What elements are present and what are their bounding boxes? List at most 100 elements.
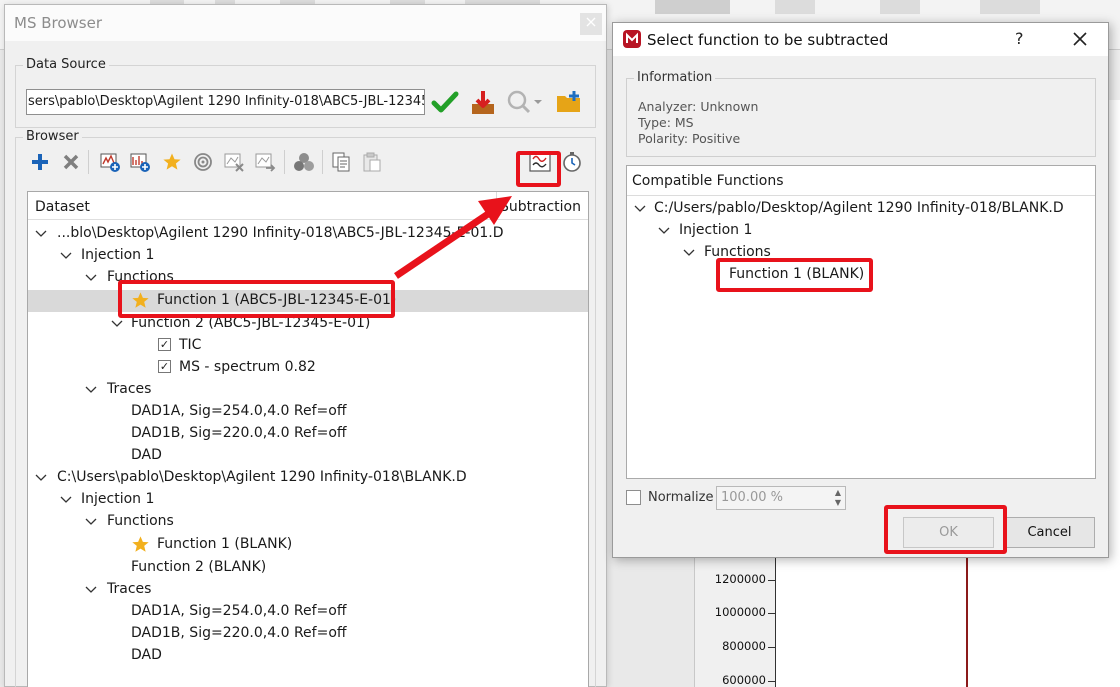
x-icon [63, 154, 79, 170]
add-spectrum-button[interactable] [98, 150, 122, 174]
tree-row[interactable]: DAD [28, 645, 588, 667]
tree-row[interactable]: Function 2 (BLANK) [28, 557, 588, 579]
chevron-down-icon[interactable] [110, 317, 124, 331]
tree-row[interactable]: Injection 1 [28, 245, 588, 267]
group-label: Data Source [23, 57, 109, 72]
tree-item-label: Traces [107, 381, 152, 397]
background-toolbar-button[interactable] [775, 0, 815, 14]
tree-row[interactable]: DAD1B, Sig=220.0,4.0 Ref=off [28, 623, 588, 645]
help-button[interactable]: ? [1015, 29, 1024, 48]
tree-row[interactable]: Injection 1 [28, 489, 588, 511]
information-group: Information Analyzer: Unknown Type: MS P… [626, 70, 1096, 157]
background-toolbar-button[interactable] [980, 0, 1040, 14]
tree-item-label: ...blo\Desktop\Agilent 1290 Infinity-018… [57, 225, 504, 241]
toolbar-separator [284, 150, 285, 174]
clock-icon [563, 152, 581, 172]
tree-header: Dataset Subtraction [28, 192, 588, 220]
search-dropdown-button[interactable] [504, 88, 546, 116]
chevron-down-icon[interactable] [34, 471, 48, 485]
spin-up-icon[interactable]: ▲ [835, 488, 841, 497]
target-button[interactable] [191, 150, 215, 174]
tree-row[interactable]: C:\Users\pablo\Desktop\Agilent 1290 Infi… [28, 467, 588, 489]
tree-item-label: Injection 1 [81, 247, 155, 263]
open-folder-button[interactable] [554, 88, 584, 116]
close-button[interactable] [580, 13, 602, 35]
add-chromatogram-button[interactable] [128, 150, 152, 174]
chevron-down-icon[interactable] [59, 493, 73, 507]
tree-row[interactable]: ...blo\Desktop\Agilent 1290 Infinity-018… [28, 223, 588, 245]
folder-add-icon [557, 91, 580, 112]
timer-button[interactable] [560, 150, 584, 174]
y-axis-tick-label: 1000000 [714, 605, 766, 619]
tree-item-label: Function 1 (BLANK) [157, 536, 293, 552]
chevron-down-icon[interactable] [657, 224, 671, 238]
copy-button[interactable] [329, 150, 353, 174]
chevron-down-icon[interactable] [633, 202, 647, 216]
paste-icon [363, 152, 381, 172]
group-button[interactable] [292, 150, 316, 174]
toolbar-separator [88, 150, 89, 174]
tree-row[interactable]: DAD [28, 445, 588, 467]
tree-row[interactable]: DAD1B, Sig=220.0,4.0 Ref=off [28, 423, 588, 445]
copy-icon [332, 152, 350, 172]
remove-button[interactable] [59, 150, 83, 174]
export-chart-button[interactable] [253, 150, 277, 174]
chevron-down-icon[interactable] [59, 249, 73, 263]
normalize-spinbox[interactable]: 100.00 % ▲ ▼ [716, 486, 846, 510]
highlight-selected-function [118, 280, 395, 318]
chevron-down-icon[interactable] [34, 227, 48, 241]
cancel-button[interactable]: Cancel [1004, 517, 1095, 548]
add-button[interactable] [28, 150, 52, 174]
tree-row[interactable]: DAD1A, Sig=254.0,4.0 Ref=off [28, 601, 588, 623]
subtraction-column-header[interactable]: Subtraction [500, 199, 581, 215]
tree-row[interactable]: Injection 1 [627, 220, 1095, 242]
paste-button[interactable] [360, 150, 384, 174]
normalize-checkbox[interactable] [626, 490, 641, 505]
magnifier-icon [507, 90, 542, 114]
favorite-button[interactable] [160, 150, 184, 174]
chevron-down-icon[interactable] [84, 583, 98, 597]
tree-row[interactable]: Traces [28, 579, 588, 601]
chevron-down-icon[interactable] [84, 515, 98, 529]
chart-export-icon [255, 153, 276, 172]
tree-item-label: C:/Users/pablo/Desktop/Agilent 1290 Infi… [654, 200, 1064, 216]
compatible-functions-header[interactable]: Compatible Functions [632, 173, 784, 189]
dataset-tree: Dataset Subtraction ...blo\Desktop\Agile… [27, 191, 589, 687]
dataset-column-header[interactable]: Dataset [35, 199, 90, 215]
ms-browser-window: MS Browser Data Source sers\pablo\Deskto… [4, 4, 607, 687]
data-source-group: Data Source sers\pablo\Desktop\Agilent 1… [15, 57, 596, 128]
tree-row[interactable]: C:/Users/pablo/Desktop/Agilent 1290 Infi… [627, 198, 1095, 220]
tree-item-label: DAD1A, Sig=254.0,4.0 Ref=off [131, 603, 347, 619]
checkbox[interactable]: ✓ [158, 360, 171, 373]
confirm-button[interactable] [430, 88, 460, 116]
tree-item-label: DAD [131, 447, 162, 463]
highlight-ok-button [884, 505, 1007, 554]
remove-chart-button[interactable] [222, 150, 246, 174]
chevron-down-icon[interactable] [682, 246, 696, 260]
group-label: Browser [23, 129, 82, 144]
spectrum-add-icon [100, 153, 120, 172]
tree-row[interactable]: Traces [28, 379, 588, 401]
chevron-down-icon[interactable] [84, 271, 98, 285]
highlight-subtract-button [516, 151, 561, 187]
chevron-down-icon[interactable] [84, 383, 98, 397]
checkbox[interactable]: ✓ [158, 338, 171, 351]
y-axis-tick [768, 647, 775, 648]
background-toolbar-button[interactable] [655, 0, 730, 14]
y-axis-tick [768, 613, 775, 614]
background-toolbar-button[interactable] [880, 0, 920, 14]
import-button[interactable] [468, 88, 498, 116]
tree-row[interactable]: ✓ MS - spectrum 0.82 [28, 357, 588, 379]
tree-header: Compatible Functions [627, 166, 1095, 196]
tree-row[interactable]: DAD1A, Sig=254.0,4.0 Ref=off [28, 401, 588, 423]
target-icon [194, 153, 212, 171]
column-divider[interactable] [496, 192, 497, 220]
tree-row[interactable]: Functions [28, 511, 588, 533]
tree-row[interactable]: ✓ TIC [28, 335, 588, 357]
normalize-value: 100.00 % [721, 490, 783, 505]
data-source-path-input[interactable]: sers\pablo\Desktop\Agilent 1290 Infinity… [26, 89, 425, 115]
y-axis-tick [768, 580, 775, 581]
tree-row[interactable]: Function 1 (BLANK) [28, 534, 588, 556]
spin-down-icon[interactable]: ▼ [835, 498, 841, 507]
dialog-close-button[interactable] [1068, 27, 1092, 51]
